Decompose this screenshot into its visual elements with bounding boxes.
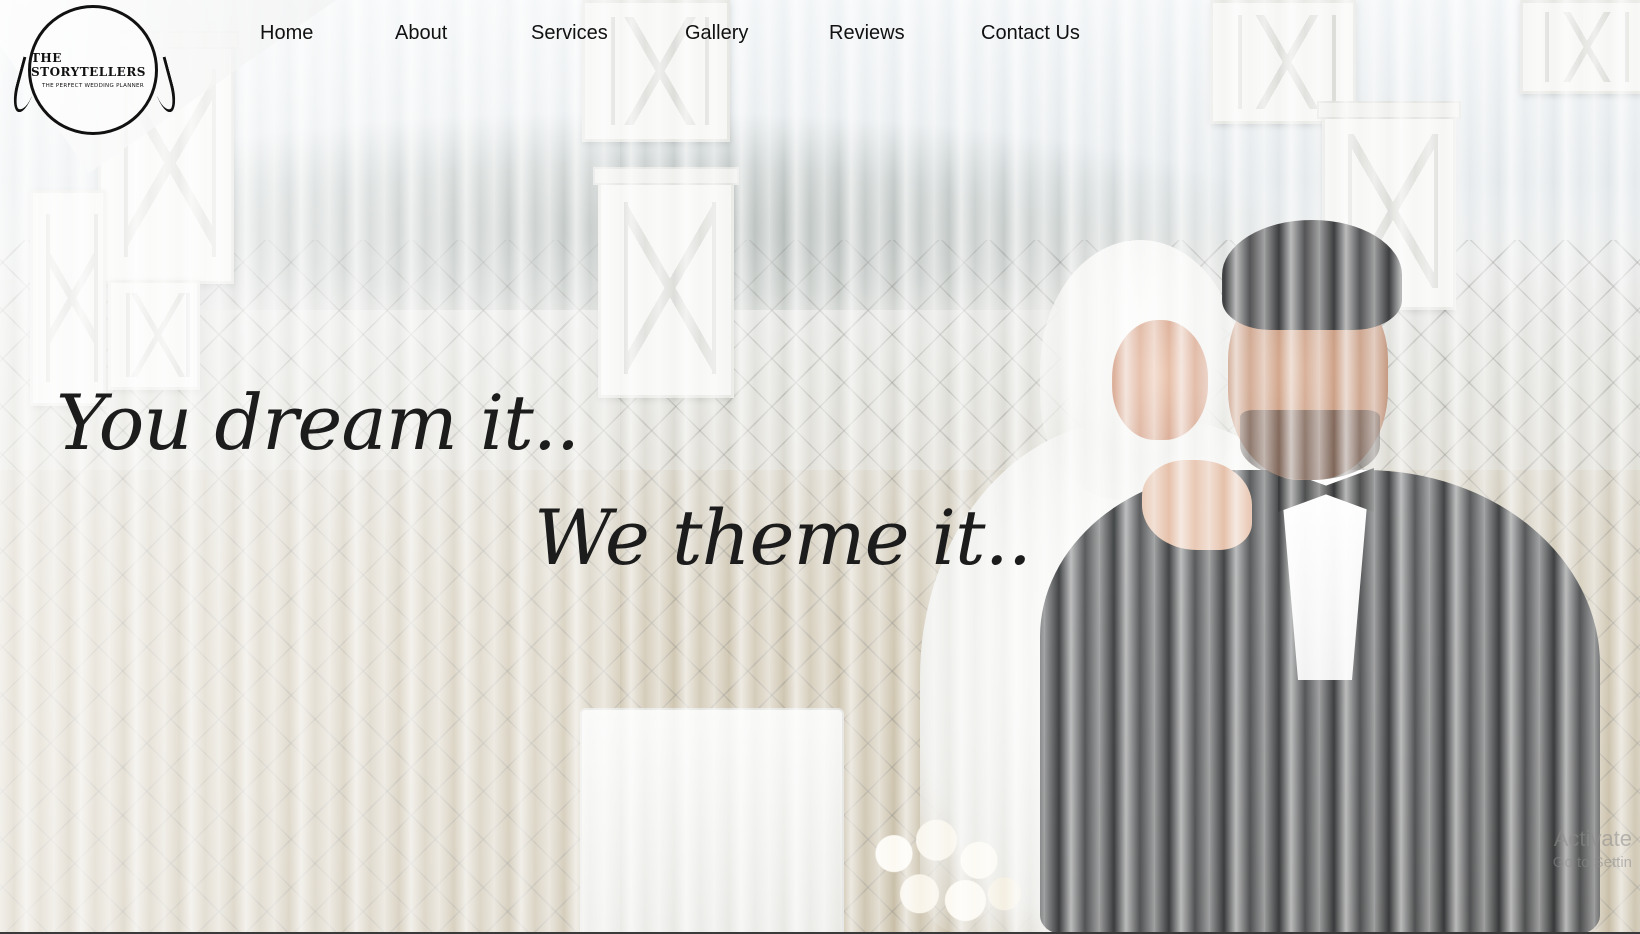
logo-tagline: THE PERFECT WEDDING PLANNER xyxy=(42,83,144,89)
nav-home[interactable]: Home xyxy=(260,22,313,45)
sheer-curtains xyxy=(0,0,1640,934)
nav-about[interactable]: About xyxy=(395,22,447,45)
hero-tagline-line2: We theme it.. xyxy=(534,493,1032,582)
nav-services[interactable]: Services xyxy=(531,22,608,45)
nav-contact-us[interactable]: Contact Us xyxy=(981,22,1080,45)
hero-background xyxy=(0,0,1640,934)
logo-title: THE STORYTELLERS xyxy=(31,51,146,79)
watermark-subtitle: Go to Settin xyxy=(1552,854,1632,871)
brand-logo[interactable]: THE STORYTELLERS THE PERFECT WEDDING PLA… xyxy=(28,5,158,135)
nav-gallery[interactable]: Gallery xyxy=(685,22,748,45)
nav-reviews[interactable]: Reviews xyxy=(829,22,905,45)
watermark-title: Activate xyxy=(1553,826,1632,851)
hero-tagline-line1: You dream it.. xyxy=(56,378,580,467)
activate-windows-watermark: Activate Go to Settin xyxy=(1553,826,1632,871)
